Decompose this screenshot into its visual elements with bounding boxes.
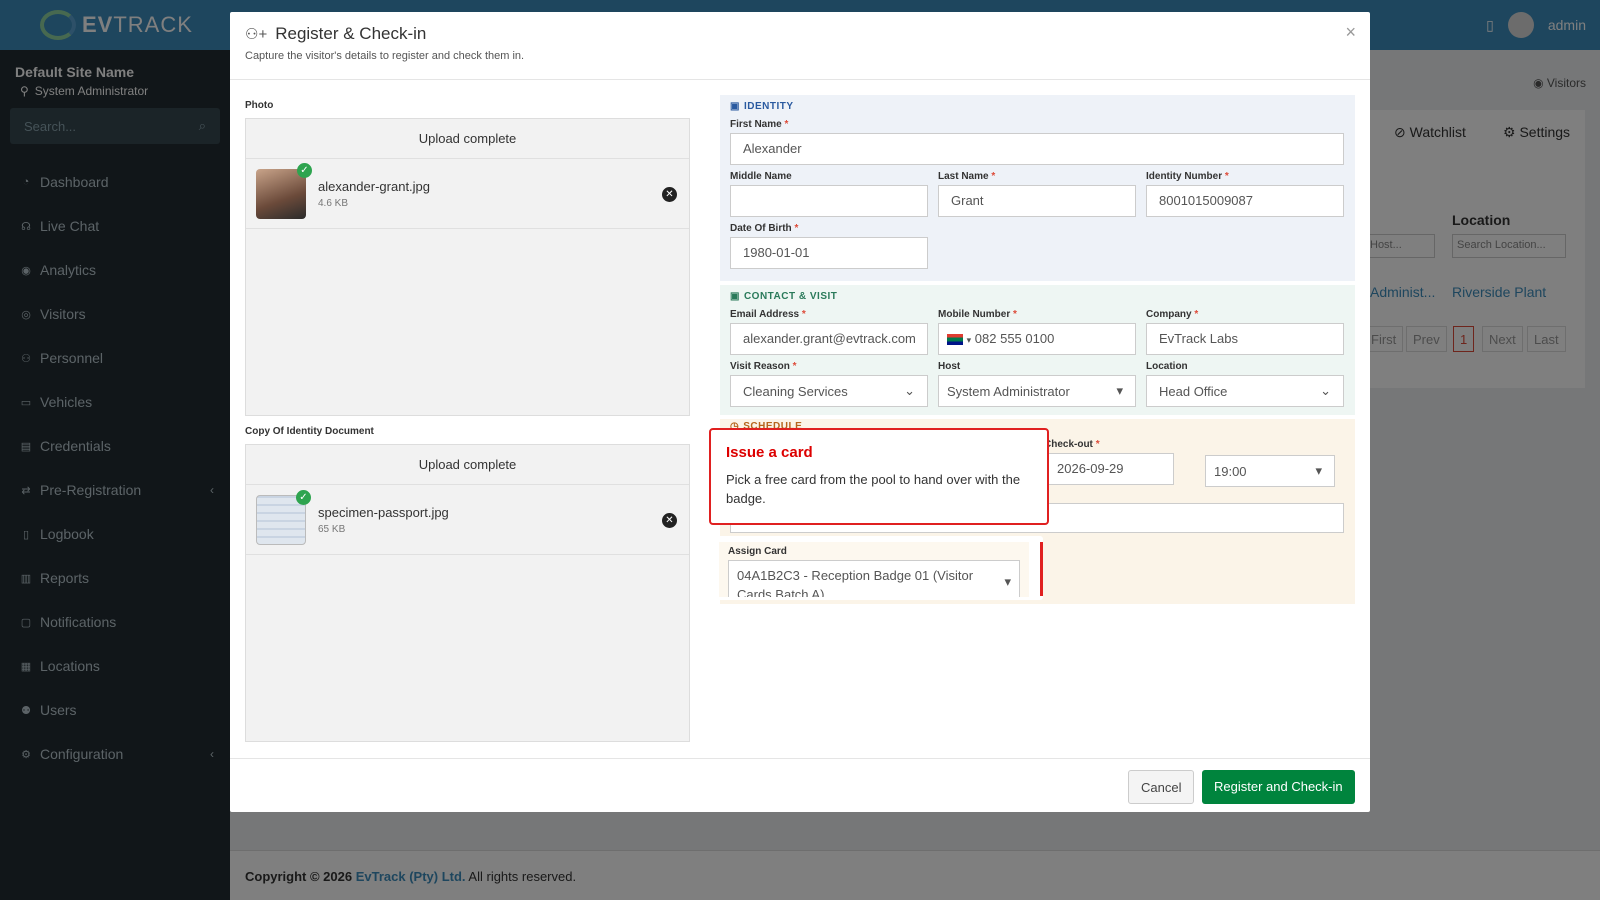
first-name-label: First Name bbox=[730, 119, 782, 130]
location-value: Head Office bbox=[1159, 383, 1228, 399]
modal-subtitle: Capture the visitor's details to registe… bbox=[245, 50, 525, 62]
photo-upload-status: Upload complete bbox=[246, 119, 689, 159]
last-name-label: Last Name bbox=[938, 171, 989, 182]
id-number-label: Identity Number bbox=[1146, 171, 1223, 182]
id-badge-icon: ▣ bbox=[730, 101, 740, 112]
id-doc-label: Copy Of Identity Document bbox=[245, 426, 374, 437]
register-checkin-modal: ⚇+ Register & Check-in Capture the visito… bbox=[230, 12, 1370, 812]
tour-title: Issue a card bbox=[726, 444, 813, 461]
photo-file-name: alexander-grant.jpg bbox=[318, 178, 431, 194]
check-icon: ✓ bbox=[296, 489, 311, 505]
visit-reason-label: Visit Reason bbox=[730, 361, 790, 372]
id-number-input[interactable]: 8001015009087 bbox=[1146, 185, 1344, 217]
chevron-down-icon[interactable]: ▾ bbox=[967, 335, 972, 345]
register-checkin-button[interactable]: Register and Check-in bbox=[1202, 770, 1355, 804]
host-label: Host bbox=[938, 361, 961, 372]
user-plus-icon: ⚇+ bbox=[245, 26, 268, 43]
photo-thumbnail: ✓ bbox=[256, 162, 312, 219]
host-select[interactable]: System Administrator ▾ bbox=[938, 375, 1136, 407]
photo-label: Photo bbox=[245, 100, 274, 111]
identity-title: IDENTITY bbox=[743, 101, 794, 112]
spotlight-accent bbox=[1040, 542, 1043, 596]
email-label: Email Address bbox=[730, 309, 800, 320]
middle-name-label: Middle Name bbox=[730, 171, 792, 182]
id-doc-file-size: 65 KB bbox=[318, 523, 346, 535]
last-name-input[interactable]: Grant bbox=[938, 185, 1136, 217]
caret-down-icon: ▾ bbox=[1004, 574, 1011, 589]
tour-spotlight: Assign Card 04A1B2C3 - Reception Badge 0… bbox=[709, 536, 1043, 600]
email-input[interactable]: alexander.grant@evtrack.com bbox=[730, 323, 928, 355]
company-label: Company bbox=[1146, 309, 1192, 320]
photo-upload[interactable]: Upload complete ✓ alexander-grant.jpg 4.… bbox=[245, 118, 690, 416]
caret-down-icon: ▾ bbox=[1116, 383, 1123, 398]
company-input[interactable]: EvTrack Labs bbox=[1146, 323, 1344, 355]
contact-icon: ▣ bbox=[730, 291, 740, 302]
checkout-time-value: 19:00 bbox=[1214, 463, 1247, 479]
remove-photo-icon[interactable]: ✕ bbox=[662, 187, 677, 202]
checkout-label: Check-out bbox=[1044, 439, 1093, 450]
assign-card-select[interactable]: 04A1B2C3 - Reception Badge 01 (Visitor C… bbox=[728, 560, 1020, 597]
dob-label: Date Of Birth bbox=[730, 223, 792, 234]
close-icon[interactable]: × bbox=[1345, 22, 1356, 43]
modal-footer-divider bbox=[230, 758, 1370, 759]
mobile-input[interactable]: ▾ 082 555 0100 bbox=[938, 323, 1136, 355]
location-select[interactable]: Head Office ⌄ bbox=[1146, 375, 1344, 407]
contact-section: ▣ CONTACT & VISIT Email Address * alexand… bbox=[720, 285, 1355, 415]
checkout-date-input[interactable]: 2026-09-29 bbox=[1044, 453, 1174, 485]
assign-card-label: Assign Card bbox=[728, 546, 787, 557]
chevron-down-icon: ⌄ bbox=[1320, 383, 1331, 398]
visit-reason-value: Cleaning Services bbox=[743, 383, 848, 399]
identity-section: ▣ IDENTITY First Name * Alexander Middle … bbox=[720, 95, 1355, 281]
photo-file-item: ✓ alexander-grant.jpg 4.6 KB ✕ bbox=[246, 159, 689, 229]
caret-down-icon: ▾ bbox=[1315, 463, 1322, 478]
middle-name-input[interactable] bbox=[730, 185, 928, 217]
cancel-button[interactable]: Cancel bbox=[1128, 770, 1195, 804]
id-doc-upload[interactable]: Upload complete ✓ specimen-passport.jpg … bbox=[245, 444, 690, 742]
id-doc-thumbnail: ✓ bbox=[256, 489, 311, 545]
checkout-time-select[interactable]: 19:00 ▾ bbox=[1205, 455, 1335, 487]
remove-id-doc-icon[interactable]: ✕ bbox=[662, 513, 677, 528]
id-doc-file-item: ✓ specimen-passport.jpg 65 KB ✕ bbox=[246, 485, 689, 555]
mobile-value: 082 555 0100 bbox=[974, 331, 1055, 346]
chevron-down-icon: ⌄ bbox=[904, 383, 915, 398]
tour-body: Pick a free card from the pool to hand o… bbox=[726, 472, 1021, 506]
id-doc-upload-status: Upload complete bbox=[246, 445, 689, 485]
check-icon: ✓ bbox=[297, 162, 312, 178]
tour-popover: Issue a card Pick a free card from the p… bbox=[709, 428, 1049, 525]
flag-icon[interactable] bbox=[947, 334, 963, 346]
photo-file-size: 4.6 KB bbox=[318, 197, 349, 209]
mobile-label: Mobile Number bbox=[938, 309, 1011, 320]
dob-input[interactable]: 1980-01-01 bbox=[730, 237, 928, 269]
modal-title: Register & Check-in bbox=[275, 24, 427, 43]
id-doc-file-name: specimen-passport.jpg bbox=[318, 504, 449, 520]
contact-title: CONTACT & VISIT bbox=[743, 291, 838, 302]
first-name-input[interactable]: Alexander bbox=[730, 133, 1344, 165]
assign-card-value: 04A1B2C3 - Reception Badge 01 (Visitor C… bbox=[737, 568, 974, 597]
visit-reason-select[interactable]: Cleaning Services ⌄ bbox=[730, 375, 928, 407]
location-label: Location bbox=[1146, 361, 1188, 372]
host-value: System Administrator bbox=[947, 383, 1070, 399]
